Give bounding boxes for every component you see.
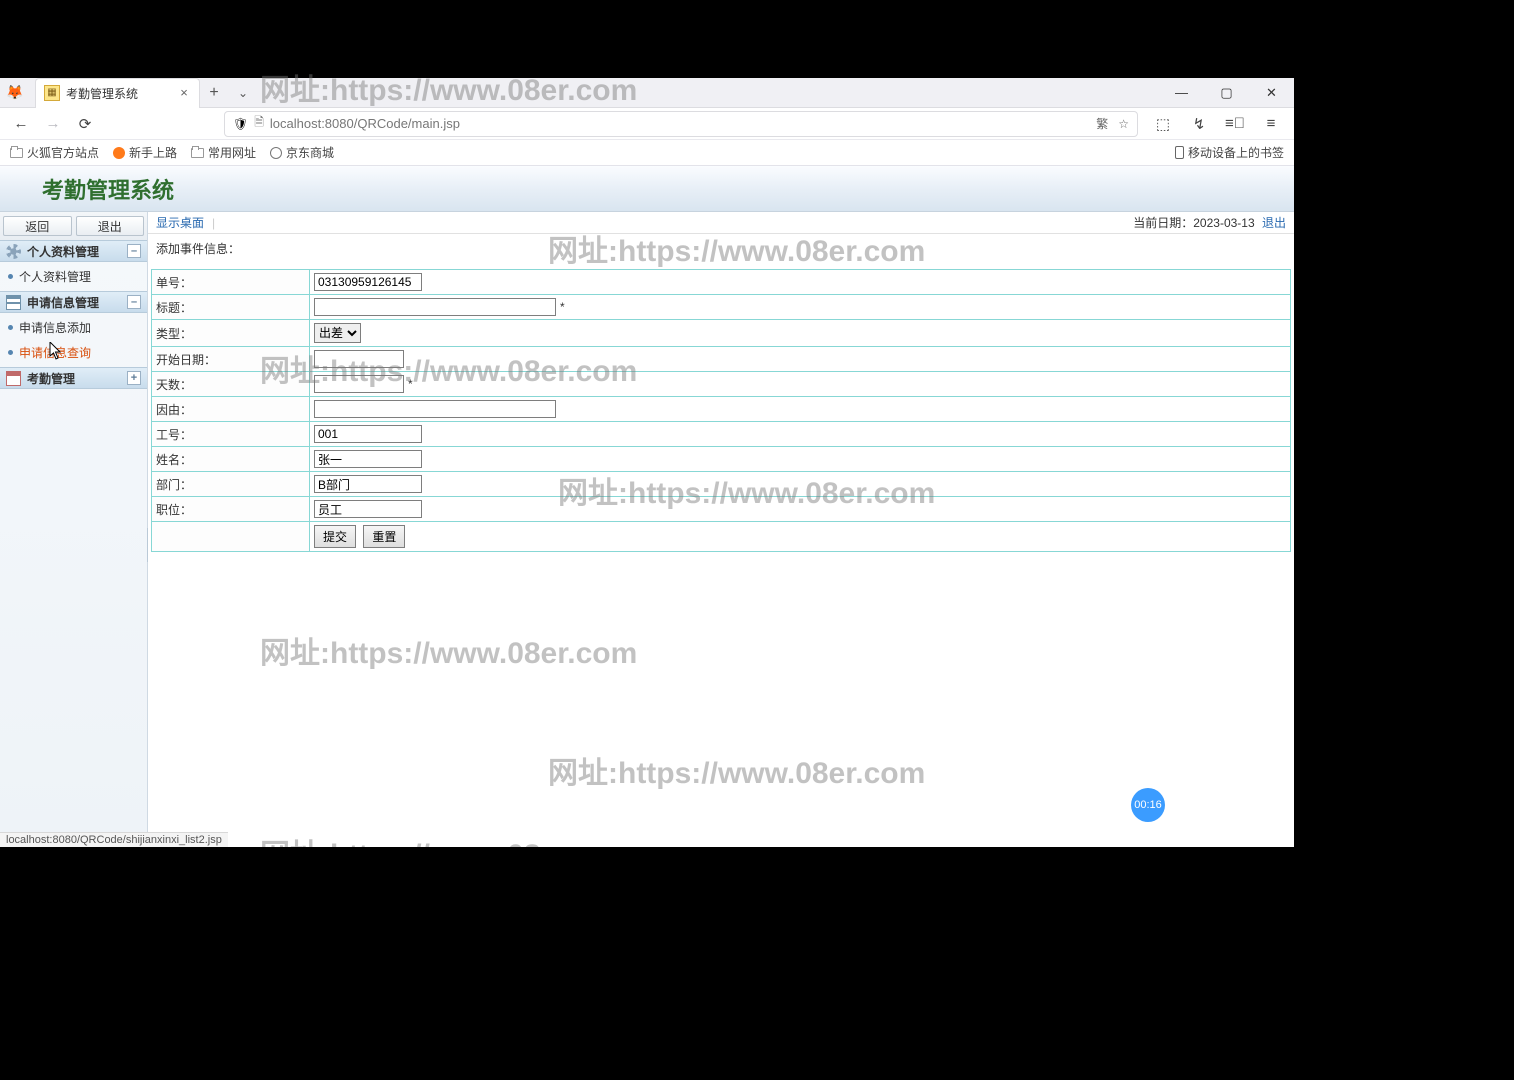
date-label: 当前日期： [1133,216,1193,230]
breadcrumb: 显示桌面 | 当前日期：2023-03-13 退出 [148,212,1294,234]
mobile-icon [1175,146,1184,159]
globe-icon [270,147,282,159]
sidebar: 返回 退出 个人资料管理 – 个人资料管理 申请信息管理 – 申请信 [0,212,148,847]
window-minimize-button[interactable]: — [1159,78,1204,108]
firefox-icon [113,147,125,159]
input-name[interactable] [314,450,422,468]
input-no[interactable] [314,273,422,291]
label-start-date: 开始日期： [152,347,310,372]
recording-timer: 00:16 [1131,788,1165,822]
expand-icon[interactable]: + [127,371,141,385]
new-tab-button[interactable]: + [200,84,228,102]
bullet-icon [8,350,13,355]
bullet-icon [8,274,13,279]
sidebar-item-apply-query[interactable]: 申请信息查询 [0,340,147,365]
tab-favicon-icon: ▦ [44,85,60,101]
label-title: 标题： [152,295,310,320]
sidebar-item-apply-add[interactable]: 申请信息添加 [0,315,147,340]
status-bar: localhost:8080/QRCode/shijianxinxi_list2… [0,832,228,847]
window-close-button[interactable]: ✕ [1249,78,1294,108]
sidebar-item-personal-info[interactable]: 个人资料管理 [0,264,147,289]
library-icon[interactable]: ≡⃞ [1222,111,1248,137]
collapse-icon[interactable]: – [127,244,141,258]
label-name: 姓名： [152,447,310,472]
address-bar[interactable]: 🛡 🗎 localhost:8080/QRCode/main.jsp 繁 ☆ [224,111,1138,137]
input-reason[interactable] [314,400,556,418]
lock-icon: 🗎 [254,113,264,134]
titlebar: 🦊 ▦ 考勤管理系统 × + ⌄ — ▢ ✕ [0,78,1294,108]
nav-reload-button[interactable]: ⟳ [72,111,98,137]
bookmark-item[interactable]: 新手上路 [113,144,177,161]
input-start-date[interactable] [314,350,404,368]
main-content: 显示桌面 | 当前日期：2023-03-13 退出 添加事件信息： 单号： 标题… [148,212,1294,847]
label-pos: 职位： [152,497,310,522]
app-menu-icon[interactable]: ≡ [1258,111,1284,137]
show-desktop-link[interactable]: 显示桌面 [156,214,204,231]
translate-icon[interactable]: 繁 [1096,115,1108,132]
sidebar-section-attendance[interactable]: 考勤管理 + [0,367,147,389]
input-pos[interactable] [314,500,422,518]
reset-button[interactable]: 重置 [363,525,405,548]
event-form: 单号： 标题： * 类型： 出差 [151,269,1291,552]
folder-icon [191,148,204,158]
account-icon[interactable]: ↯ [1186,111,1212,137]
shield-icon: 🛡 [233,117,248,131]
sidebar-section-personal[interactable]: 个人资料管理 – [0,240,147,262]
label-type: 类型： [152,320,310,347]
date-value: 2023-03-13 [1193,216,1254,230]
document-icon [6,295,21,310]
sidebar-exit-button[interactable]: 退出 [76,216,145,236]
mobile-bookmarks[interactable]: 移动设备上的书签 [1175,144,1284,161]
label-no: 单号： [152,270,310,295]
input-title[interactable] [314,298,556,316]
browser-tab[interactable]: ▦ 考勤管理系统 × [35,78,200,108]
window-maximize-button[interactable]: ▢ [1204,78,1249,108]
firefox-logo-icon: 🦊 [0,78,30,108]
label-empno: 工号： [152,422,310,447]
calendar-icon [6,371,21,386]
bookmark-item[interactable]: 火狐官方站点 [10,144,99,161]
app-header: 考勤管理系统 [0,166,1294,212]
sidebar-section-apply[interactable]: 申请信息管理 – [0,291,147,313]
browser-window: 🦊 ▦ 考勤管理系统 × + ⌄ — ▢ ✕ ← → ⟳ 🛡 🗎 localho… [0,78,1294,847]
bookmark-star-icon[interactable]: ☆ [1118,117,1129,131]
label-days: 天数： [152,372,310,397]
tabs-dropdown-icon[interactable]: ⌄ [228,86,258,100]
form-title: 添加事件信息： [148,234,1294,261]
gear-icon [6,244,21,259]
tab-close-icon[interactable]: × [177,86,191,100]
label-reason: 因由： [152,397,310,422]
app-title: 考勤管理系统 [42,173,174,205]
input-days[interactable] [314,375,404,393]
collapse-icon[interactable]: – [127,295,141,309]
bullet-icon [8,325,13,330]
nav-back-button[interactable]: ← [8,111,34,137]
tab-title: 考勤管理系统 [66,85,171,102]
input-empno[interactable] [314,425,422,443]
bookmark-item[interactable]: 常用网址 [191,144,256,161]
select-type[interactable]: 出差 [314,323,361,343]
sidebar-back-button[interactable]: 返回 [3,216,72,236]
folder-icon [10,148,23,158]
url-text: localhost:8080/QRCode/main.jsp [270,116,460,131]
input-dept[interactable] [314,475,422,493]
address-bar-row: ← → ⟳ 🛡 🗎 localhost:8080/QRCode/main.jsp… [0,108,1294,140]
nav-forward-button[interactable]: → [40,111,66,137]
extensions-icon[interactable]: ⬚ [1150,111,1176,137]
logout-link[interactable]: 退出 [1262,216,1286,230]
bookmarks-bar: 火狐官方站点 新手上路 常用网址 京东商城 移动设备上的书签 [0,140,1294,166]
bookmark-item[interactable]: 京东商城 [270,144,334,161]
submit-button[interactable]: 提交 [314,525,356,548]
label-dept: 部门： [152,472,310,497]
